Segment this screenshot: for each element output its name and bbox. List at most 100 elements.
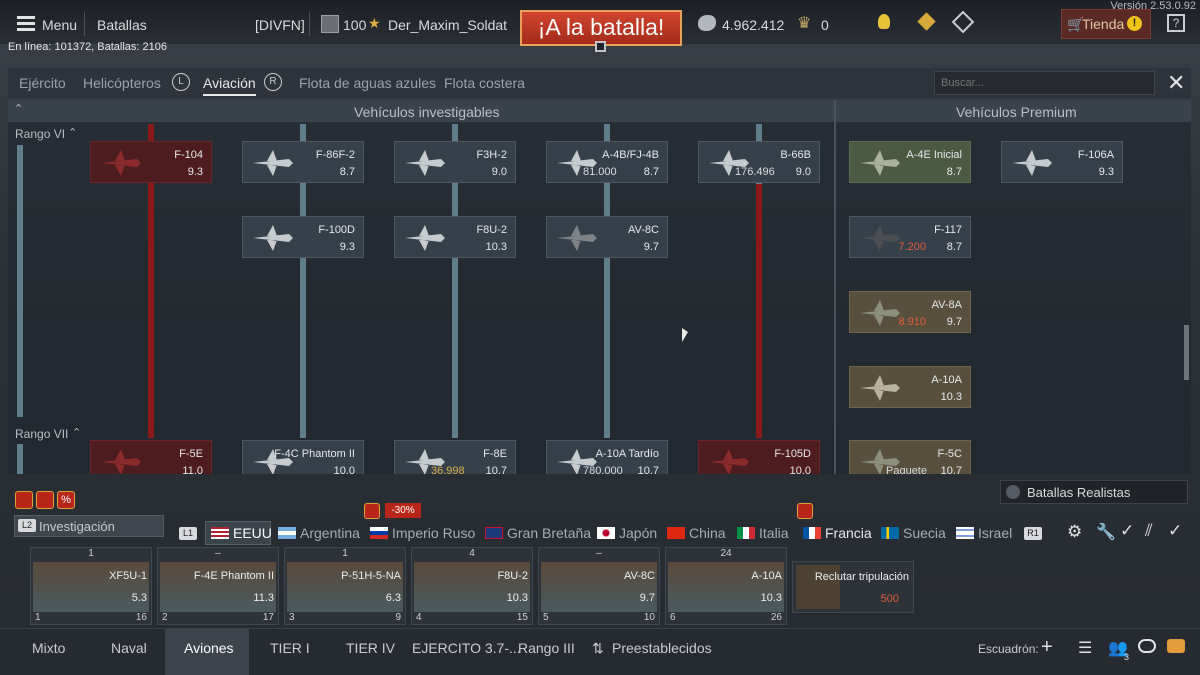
battles-button[interactable]: Batallas <box>97 17 147 33</box>
vehicle-card-a4b[interactable]: A-4B/FJ-4B 81.000 8.7 <box>546 141 668 183</box>
vehicle-card-f86f2[interactable]: F-86F-2 8.7 <box>242 141 364 183</box>
checkmark-icon[interactable]: ✓ <box>1168 521 1182 541</box>
tab-aviation[interactable]: Aviación <box>203 75 256 96</box>
nation-japan[interactable]: Japón <box>597 525 657 541</box>
crew-slot[interactable]: 1 XF5U-1 5.3 1 16 <box>30 547 152 625</box>
nation-israel[interactable]: Israel <box>956 525 1012 541</box>
game-mode-selector[interactable]: Batallas Realistas <box>1000 480 1188 504</box>
vehicle-card-f3h2[interactable]: F3H-2 9.0 <box>394 141 516 183</box>
preset-tab-tier4[interactable]: TIER IV <box>346 640 395 656</box>
vehicle-card-a10-late[interactable]: A-10A Tardío 780.000 10.7 <box>546 440 668 474</box>
menu-button[interactable]: Menu <box>42 17 77 33</box>
vehicle-card-f4c[interactable]: F-4C Phantom II 10.0 <box>242 440 364 474</box>
vehicle-card-f8e[interactable]: F-8E 36.998 10.7 <box>394 440 516 474</box>
tab-helicopters[interactable]: Helicópteros <box>83 75 161 91</box>
nation-china[interactable]: China <box>667 525 726 541</box>
crew-slot[interactable]: – F-4E Phantom II 11.3 2 17 <box>157 547 279 625</box>
add-icon[interactable]: + <box>1041 636 1053 659</box>
preset-tab-aircraft[interactable]: Aviones <box>184 640 234 656</box>
column-divider <box>834 100 836 474</box>
crew-slot[interactable]: 4 F8U-2 10.3 4 15 <box>411 547 533 625</box>
gear-icon[interactable]: ⚙ <box>1067 522 1082 542</box>
vehicle-card-f117[interactable]: F-117 7.200 8.7 <box>849 216 971 258</box>
nation-italy[interactable]: Italia <box>737 525 789 541</box>
crew-level: 10 <box>643 612 655 623</box>
nation-label: Suecia <box>903 525 946 541</box>
help-icon[interactable]: ? <box>1167 14 1185 32</box>
nation-great-britain[interactable]: Gran Bretaña <box>485 525 591 541</box>
divider <box>84 12 85 36</box>
vehicle-card-f5c[interactable]: F-5C Paquete 10.7 <box>849 440 971 474</box>
list-icon[interactable]: ☰ <box>1078 638 1092 658</box>
vehicle-card-b66b[interactable]: B-66B 176.496 9.0 <box>698 141 820 183</box>
crew-slot[interactable]: 1 P-51H-5-NA 6.3 3 9 <box>284 547 406 625</box>
vehicle-card-f8u2[interactable]: F8U-2 10.3 <box>394 216 516 258</box>
divider <box>309 12 310 36</box>
nation-france[interactable]: Francia <box>803 525 872 541</box>
crew-level: 17 <box>262 612 274 623</box>
repair-all-icon[interactable]: ⫽ <box>1145 521 1153 541</box>
jet-icon <box>405 225 445 251</box>
recruit-crew-button[interactable]: Reclutar tripulación 500 <box>792 561 914 613</box>
chat-icon[interactable] <box>1138 639 1156 653</box>
nation-russian-empire[interactable]: Imperio Ruso <box>370 525 475 541</box>
mail-icon[interactable] <box>1167 639 1185 653</box>
r1-badge: R1 <box>1024 527 1042 540</box>
nation-sweden[interactable]: Suecia <box>881 525 946 541</box>
vehicle-card-a10a[interactable]: A-10A 10.3 <box>849 366 971 408</box>
close-icon[interactable]: ✕ <box>1167 70 1185 96</box>
slot-count: 24 <box>720 548 732 559</box>
collapse-icon[interactable]: ⌃ <box>14 102 23 115</box>
vehicle-name: F-105D <box>774 448 811 460</box>
vehicle-name: A-10A Tardío <box>595 448 659 460</box>
crew-slot[interactable]: 24 A-10A 10.3 6 26 <box>665 547 787 625</box>
preset-tab-naval[interactable]: Naval <box>111 640 147 656</box>
vehicle-card-f100d[interactable]: F-100D 9.3 <box>242 216 364 258</box>
wrench-icon[interactable]: 🔧 <box>1096 522 1116 542</box>
vehicle-card-f106a[interactable]: F-106A 9.3 <box>1001 141 1123 183</box>
scrollbar[interactable] <box>1184 325 1189 380</box>
vehicle-name: F-5C <box>937 448 962 460</box>
nation-usa[interactable]: EEUU <box>211 525 272 541</box>
lightbulb-icon[interactable] <box>878 14 890 29</box>
vehicle-card-f105d[interactable]: F-105D 10.0 <box>698 440 820 474</box>
vehicle-card-f5e[interactable]: F-5E 11.0 <box>90 440 212 474</box>
tab-army[interactable]: Ejército <box>19 75 66 91</box>
alert-icon[interactable]: ! <box>1127 16 1142 31</box>
shop-label: Tienda <box>1082 16 1125 32</box>
vehicle-name: A-4B/FJ-4B <box>602 149 659 161</box>
tab-bluewater-fleet[interactable]: Flota de aguas azules <box>299 75 436 91</box>
vehicle-card-f104[interactable]: F-104 9.3 <box>90 141 212 183</box>
crew-number: 5 <box>543 612 549 623</box>
golden-eagles-icon[interactable]: ♛ <box>797 13 811 33</box>
presets-button[interactable]: Preestablecidos <box>612 640 712 656</box>
chevron-up-icon[interactable]: ⌃ <box>68 126 77 139</box>
preset-tab-rank3[interactable]: Rango III <box>518 640 575 656</box>
search-input[interactable] <box>934 71 1155 95</box>
preset-tab-mixed[interactable]: Mixto <box>32 640 65 656</box>
battle-rating: 8.7 <box>946 166 962 178</box>
vehicle-card-av8a[interactable]: AV-8A 8.910 9.7 <box>849 291 971 333</box>
rank-vii-row: F-5E 11.0 F-4C Phantom II 10.0 F-8E 36.998 1… <box>8 440 1191 474</box>
checkmark-icon[interactable]: ✓ <box>1120 521 1134 541</box>
nation-argentina[interactable]: Argentina <box>278 525 360 541</box>
booster-percent-icon[interactable]: % <box>57 491 75 509</box>
menu-icon[interactable] <box>17 16 35 31</box>
preset-tab-army[interactable]: EJERCITO 3.7-... <box>412 640 521 656</box>
research-box[interactable]: Investigación <box>14 515 164 537</box>
preset-tab-tier1[interactable]: TIER I <box>270 640 310 656</box>
tab-coastal-fleet[interactable]: Flota costera <box>444 75 525 91</box>
booster-list-icon[interactable] <box>36 491 54 509</box>
crew-slot[interactable]: – AV-8C 9.7 5 10 <box>538 547 660 625</box>
shoulder-right-icon[interactable]: R <box>264 73 282 91</box>
clan-tag[interactable]: [DIVFN] <box>255 17 305 33</box>
avatar[interactable] <box>321 15 339 33</box>
vehicle-card-av8c[interactable]: AV-8C 9.7 <box>546 216 668 258</box>
chevron-up-icon[interactable]: ⌃ <box>72 426 81 439</box>
username[interactable]: Der_Maxim_Soldat <box>388 17 507 33</box>
shoulder-left-icon[interactable]: L <box>172 73 190 91</box>
golden-eagles-balance: 0 <box>821 17 829 33</box>
booster-clock-icon[interactable] <box>15 491 33 509</box>
vehicle-card-a4e[interactable]: A-4E Inicial 8.7 <box>849 141 971 183</box>
battle-rating: 9.7 <box>643 241 659 253</box>
